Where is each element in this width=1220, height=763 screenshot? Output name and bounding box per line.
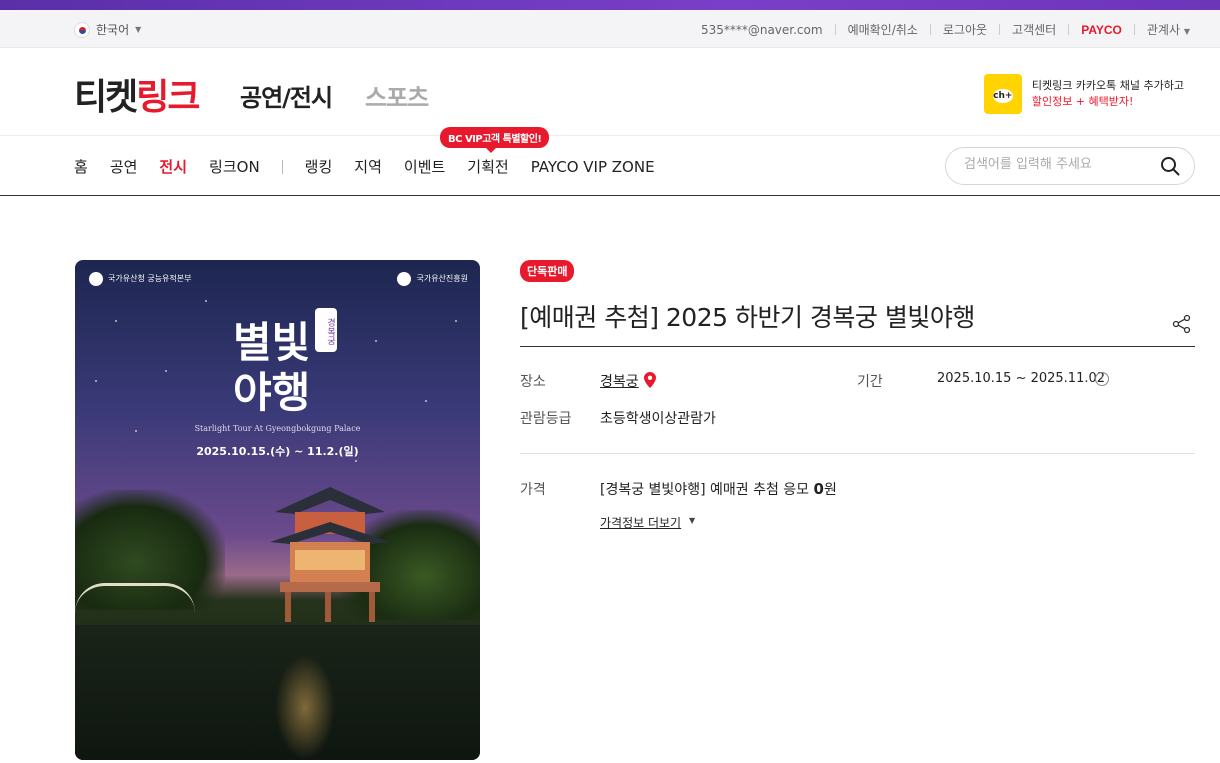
utility-bar: 한국어 ▼ 535****@naver.com 예매확인/취소 로그아웃 고객센… <box>0 10 1220 48</box>
chevron-down-icon: ▼ <box>689 516 696 525</box>
price-unit: 원 <box>823 482 837 498</box>
event-poster: 국가유산청 궁능유적본부 국가유산진흥원 경복궁 별빛 야행 Starlight… <box>75 260 480 760</box>
nav-ranking[interactable]: 랭킹 <box>305 156 333 177</box>
nav-items: 홈 공연 전시 링크ON 랭킹 지역 이벤트 기획전 PAYCO VIP ZON… <box>74 156 677 177</box>
tab-sports[interactable]: 스포츠 <box>365 78 429 113</box>
customer-center-link[interactable]: 고객센터 <box>1012 21 1056 38</box>
divider <box>1068 24 1070 35</box>
poster-tag: 경복궁 <box>315 308 337 352</box>
kakao-line1: 티켓링크 카카오톡 채널 추가하고 <box>1031 79 1184 92</box>
nav-special[interactable]: 기획전 <box>467 156 508 177</box>
nav-linkon[interactable]: 링크ON <box>209 156 260 177</box>
poster-title-line1: 별빛 <box>233 318 311 367</box>
nav-exhibition[interactable]: 전시 <box>159 156 187 177</box>
price-label: 가격 <box>520 482 546 498</box>
payco-link[interactable]: PAYCO <box>1081 23 1122 37</box>
divider <box>834 24 836 35</box>
korea-flag-icon <box>74 21 90 38</box>
nav-payco-vip[interactable]: PAYCO VIP ZONE <box>531 158 655 176</box>
agency-right-text: 국가유산진흥원 <box>416 274 468 283</box>
search-input[interactable] <box>964 157 1154 172</box>
agency-emblem-icon <box>89 272 103 286</box>
rating-value: 초등학생이상관람가 <box>600 411 716 427</box>
search-icon[interactable] <box>1160 156 1180 176</box>
promo-badge: BC VIP고객 특별할인! <box>440 127 550 153</box>
section-divider <box>520 453 1195 454</box>
kakao-banner-text: 티켓링크 카카오톡 채널 추가하고 할인정보 + 혜택받자! <box>1032 78 1184 110</box>
price-text: [경복궁 별빛야행] 예매권 추첨 응모 <box>600 482 810 498</box>
related-sites-label: 관계사 <box>1146 23 1181 37</box>
poster-agency-left: 국가유산청 궁능유적본부 <box>89 272 192 286</box>
poster-light-reflection <box>275 655 335 760</box>
poster-english-title: Starlight Tour At Gyeongbokgung Palace <box>194 424 361 433</box>
account-email[interactable]: 535****@naver.com <box>701 23 823 37</box>
nav-region[interactable]: 지역 <box>354 156 382 177</box>
ticketlink-logo[interactable]: 티켓링크 <box>74 68 201 120</box>
nav-divider <box>281 159 283 174</box>
search-box <box>945 147 1195 185</box>
nav-home[interactable]: 홈 <box>74 156 88 177</box>
kakao-line2: 할인정보 + 혜택받자! <box>1031 95 1134 108</box>
chevron-down-icon: ▼ <box>135 25 142 34</box>
divider <box>1133 24 1135 35</box>
reservation-check-link[interactable]: 예매확인/취소 <box>848 21 918 38</box>
kakao-channel-banner[interactable]: 티켓링크 카카오톡 채널 추가하고 할인정보 + 혜택받자! <box>983 74 1184 114</box>
nav-event[interactable]: 이벤트 <box>404 156 445 177</box>
pavilion-illustration <box>270 487 390 622</box>
agency-logo-icon <box>397 272 412 286</box>
logout-link[interactable]: 로그아웃 <box>943 21 987 38</box>
poster-title: 별빛 야행 <box>233 318 310 418</box>
product-title: [예매권 추첨] 2025 하반기 경복궁 별빛야행 <box>520 303 975 332</box>
kakao-channel-icon <box>983 74 1022 114</box>
rating-label: 관람등급 <box>520 411 572 427</box>
language-selector[interactable]: 한국어 ▼ <box>74 21 141 38</box>
poster-title-line2: 야행 <box>233 368 311 417</box>
title-divider <box>520 346 1195 347</box>
main-nav: 홈 공연 전시 링크ON 랭킹 지역 이벤트 기획전 PAYCO VIP ZON… <box>0 127 1220 196</box>
price-value: [경복궁 별빛야행] 예매권 추첨 응모 0원 <box>600 479 837 499</box>
site-header: 티켓링크 공연/전시 스포츠 티켓링크 카카오톡 채널 추가하고 할인정보 + … <box>0 48 1220 136</box>
more-price-link[interactable]: 가격정보 더보기 <box>600 514 681 531</box>
period-value: 2025.10.15 ~ 2025.11.02 <box>937 371 1106 386</box>
share-icon[interactable] <box>1172 314 1192 334</box>
period-label: 기간 <box>857 374 883 390</box>
agency-left-text: 국가유산청 궁능유적본부 <box>108 274 192 283</box>
related-sites-menu[interactable]: 관계사 ▼ <box>1147 21 1190 38</box>
info-icon[interactable]: ! <box>1095 372 1109 386</box>
map-pin-icon[interactable] <box>644 372 656 388</box>
venue-link[interactable]: 경복궁 <box>600 371 639 391</box>
top-banner-bar <box>0 0 1220 10</box>
venue-label: 장소 <box>520 374 546 390</box>
logo-text-black: 티켓 <box>74 77 138 118</box>
poster-dates: 2025.10.15.(수) ~ 11.2.(일) <box>196 445 359 458</box>
utility-links: 535****@naver.com 예매확인/취소 로그아웃 고객센터 PAYC… <box>701 21 1190 38</box>
tab-performance-exhibition[interactable]: 공연/전시 <box>240 78 333 113</box>
poster-bridge <box>75 583 195 613</box>
exclusive-badge: 단독판매 <box>520 260 575 282</box>
language-label: 한국어 <box>96 23 130 37</box>
nav-performance[interactable]: 공연 <box>110 156 138 177</box>
chevron-down-icon: ▼ <box>1183 27 1190 36</box>
poster-agency-right: 국가유산진흥원 <box>397 272 468 286</box>
logo-text-red: 링크 <box>136 77 200 118</box>
divider <box>929 24 931 35</box>
divider <box>999 24 1001 35</box>
price-amount: 0 <box>813 480 824 498</box>
